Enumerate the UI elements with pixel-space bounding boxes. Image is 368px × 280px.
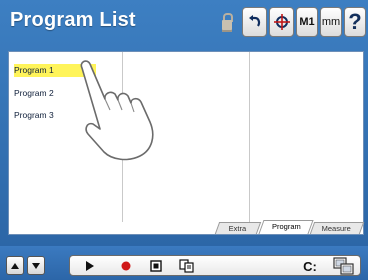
units-label: mm xyxy=(321,16,341,28)
bottom-toolbar: C: xyxy=(0,246,368,280)
tab-measure[interactable]: Measure xyxy=(309,222,365,234)
undo-button[interactable] xyxy=(242,7,267,37)
column-divider xyxy=(249,52,250,222)
m1-button[interactable]: M1 xyxy=(296,7,318,37)
record-icon xyxy=(121,261,131,271)
help-label: ? xyxy=(348,9,362,34)
crosshair-probe-icon xyxy=(273,14,290,30)
drive-select-button[interactable] xyxy=(332,257,356,275)
tab-extra[interactable]: Extra xyxy=(214,222,262,234)
program-item-label: Program 1 xyxy=(14,65,54,75)
program-item-3[interactable]: Program 3 xyxy=(14,109,54,122)
copy-program-button[interactable] xyxy=(178,258,196,274)
program-item-label: Program 2 xyxy=(14,88,54,98)
probe-button[interactable] xyxy=(269,7,294,37)
drive-icon xyxy=(333,257,354,275)
down-arrow-icon xyxy=(32,262,40,269)
units-button[interactable]: mm xyxy=(320,7,342,37)
m1-label: M1 xyxy=(299,16,315,28)
copy-icon xyxy=(179,259,194,273)
undo-icon xyxy=(248,15,260,27)
help-button[interactable]: ? xyxy=(344,7,366,37)
play-icon xyxy=(86,261,94,271)
run-program-button[interactable] xyxy=(82,258,98,274)
drive-letter: C: xyxy=(303,258,317,274)
record-program-button[interactable] xyxy=(118,258,134,274)
drive-label[interactable]: C: xyxy=(302,258,318,274)
page-title: Program List xyxy=(10,9,136,31)
tab-bar: Extra Program Measure xyxy=(213,220,365,234)
pointing-hand-icon xyxy=(80,60,154,161)
program-tools-bar: C: xyxy=(69,255,361,276)
tab-program[interactable]: Program xyxy=(258,220,314,234)
scroll-up-button[interactable] xyxy=(6,256,24,275)
stop-icon xyxy=(150,260,162,272)
scroll-down-button[interactable] xyxy=(27,256,45,275)
program-item-label: Program 3 xyxy=(14,110,54,120)
program-list-screen: Program List M1 mm ? Program 1 Program 2 xyxy=(0,0,368,280)
program-item-2[interactable]: Program 2 xyxy=(14,87,54,100)
up-arrow-icon xyxy=(11,262,19,269)
stop-program-button[interactable] xyxy=(148,258,164,274)
lock-icon xyxy=(222,13,233,33)
